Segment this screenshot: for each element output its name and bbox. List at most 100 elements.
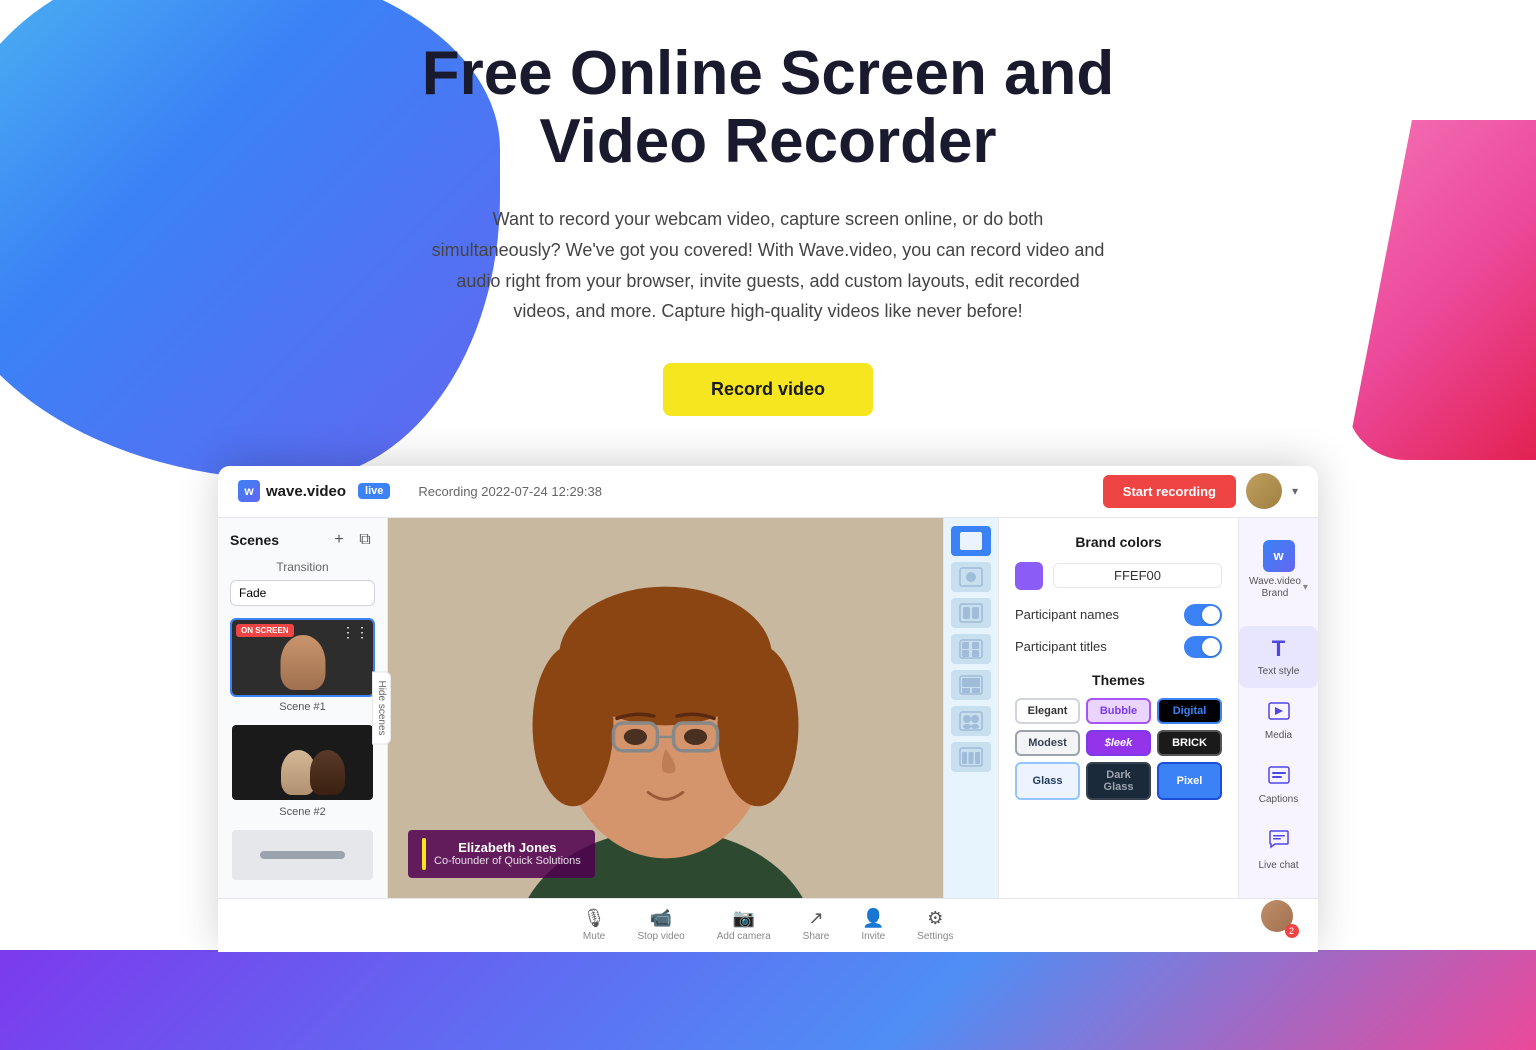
theme-pixel[interactable]: Pixel	[1157, 762, 1222, 800]
user-avatar[interactable]	[1246, 473, 1282, 509]
participant-titles-label: Participant titles	[1015, 639, 1107, 654]
participant-names-toggle[interactable]	[1184, 604, 1222, 626]
theme-brick[interactable]: BRICK	[1157, 730, 1222, 756]
settings-icon: ⚙	[927, 908, 943, 929]
participant-titles-row: Participant titles	[1015, 636, 1222, 658]
app-toolbar: 🎙 Mute 📹 Stop video 📷 Add camera ↗ Share…	[218, 898, 1318, 952]
text-style-icon: T	[1272, 636, 1285, 662]
scene-item-2: Scene #2	[230, 723, 375, 818]
toolbar-share[interactable]: ↗ Share	[803, 908, 830, 942]
media-label: Media	[1265, 730, 1292, 742]
scene-thumbnail-2[interactable]	[230, 723, 375, 802]
add-camera-label: Add camera	[717, 931, 771, 942]
scene-menu-icon[interactable]: ⋮⋮	[341, 624, 369, 641]
video-area: Hide scenes	[388, 518, 943, 898]
toolbar-add-camera[interactable]: 📷 Add camera	[717, 908, 771, 942]
theme-bubble[interactable]: Bubble	[1086, 698, 1151, 724]
settings-label: Settings	[917, 931, 953, 942]
scene-item-1: ON SCREEN ⋮⋮ Scene #1	[230, 618, 375, 713]
scene-2-name: Scene #2	[230, 806, 375, 818]
scenes-header: Scenes + ⧉	[230, 530, 375, 550]
color-row: FFEF00	[1015, 562, 1222, 590]
record-video-button[interactable]: Record video	[663, 363, 873, 416]
scene2-face2	[310, 750, 345, 795]
scene-1-name: Scene #1	[230, 701, 375, 713]
app-header: w wave.video live Recording 2022-07-24 1…	[218, 466, 1318, 518]
transition-label: Transition	[230, 560, 375, 574]
brand-panel: Brand colors FFEF00 Participant names Pa…	[998, 518, 1238, 898]
app-mockup: w wave.video live Recording 2022-07-24 1…	[218, 466, 1318, 952]
lower-third: Elizabeth Jones Co-founder of Quick Solu…	[408, 830, 595, 878]
layout-option-3[interactable]	[951, 598, 991, 628]
add-scene-button[interactable]: +	[329, 530, 349, 550]
brand-chevron-icon: ▾	[1303, 582, 1308, 593]
sidebar-avatar-wrapper: 2	[1261, 900, 1297, 936]
add-camera-icon: 📷	[732, 908, 754, 929]
sidebar-item-captions[interactable]: Captions	[1239, 756, 1318, 816]
toolbar-stop-video[interactable]: 📹 Stop video	[637, 908, 684, 942]
captions-label: Captions	[1259, 794, 1298, 806]
scene-thumbnail-1[interactable]: ON SCREEN ⋮⋮	[230, 618, 375, 697]
sidebar-item-live-chat[interactable]: Live chat	[1239, 820, 1318, 882]
video-main: Elizabeth Jones Co-founder of Quick Solu…	[388, 518, 943, 898]
theme-modest[interactable]: Modest	[1015, 730, 1080, 756]
media-icon	[1268, 702, 1290, 726]
wave-logo-text: wave.video	[266, 483, 346, 500]
start-recording-button[interactable]: Start recording	[1103, 475, 1236, 508]
themes-grid: Elegant Bubble Digital Modest $leek BRIC…	[1015, 698, 1222, 800]
hero-section: Free Online Screen and Video Recorder Wa…	[0, 0, 1536, 952]
toggle-knob-2	[1202, 638, 1220, 656]
stop-video-icon: 📹	[650, 908, 672, 929]
theme-digital[interactable]: Digital	[1157, 698, 1222, 724]
notification-count: 2	[1285, 924, 1299, 938]
brand-label: Wave.videoBrand	[1249, 576, 1301, 600]
mute-icon: 🎙	[583, 908, 606, 929]
participant-titles-toggle[interactable]	[1184, 636, 1222, 658]
color-swatch[interactable]	[1015, 562, 1043, 590]
live-chat-label: Live chat	[1258, 860, 1298, 872]
theme-elegant[interactable]: Elegant	[1015, 698, 1080, 724]
sidebar-item-brand[interactable]: w Wave.videoBrand ▾	[1239, 530, 1318, 610]
layout-option-5[interactable]	[951, 670, 991, 700]
hero-description: Want to record your webcam video, captur…	[428, 204, 1108, 326]
invite-label: Invite	[861, 931, 885, 942]
toolbar-invite[interactable]: 👤 Invite	[861, 908, 885, 942]
layout-option-2[interactable]	[951, 562, 991, 592]
participant-names-label: Participant names	[1015, 607, 1119, 622]
share-icon: ↗	[808, 908, 823, 929]
app-header-left: w wave.video live Recording 2022-07-24 1…	[238, 480, 602, 502]
layout-option-1[interactable]	[951, 526, 991, 556]
app-body: Scenes + ⧉ Transition Fade Cut Slide	[218, 518, 1318, 898]
sidebar-item-text-style[interactable]: T Text style	[1239, 626, 1318, 688]
layout-option-7[interactable]	[951, 742, 991, 772]
live-chat-icon	[1268, 830, 1290, 856]
scene-face-decoration	[280, 635, 325, 690]
lower-third-name: Elizabeth Jones	[434, 840, 581, 855]
theme-glass[interactable]: Glass	[1015, 762, 1080, 800]
layout-sidebar	[943, 518, 998, 898]
on-screen-badge: ON SCREEN	[236, 624, 294, 637]
scene-item-3	[230, 828, 375, 882]
layout-option-6[interactable]	[951, 706, 991, 736]
color-hex-display[interactable]: FFEF00	[1053, 563, 1222, 588]
captions-icon	[1268, 766, 1290, 790]
wave-brand-logo-icon: w	[1263, 540, 1295, 572]
layout-option-4[interactable]	[951, 634, 991, 664]
mute-label: Mute	[583, 931, 605, 942]
hide-scenes-tab[interactable]: Hide scenes	[372, 671, 391, 744]
avatar-chevron[interactable]: ▾	[1292, 484, 1298, 498]
toolbar-settings[interactable]: ⚙ Settings	[917, 908, 953, 942]
scene-thumbnail-3[interactable]	[230, 828, 375, 882]
sidebar-item-media[interactable]: Media	[1239, 692, 1318, 752]
stop-video-label: Stop video	[637, 931, 684, 942]
recording-info: Recording 2022-07-24 12:29:38	[418, 484, 602, 499]
scenes-actions: + ⧉	[329, 530, 375, 550]
toolbar-mute[interactable]: 🎙 Mute	[583, 908, 606, 942]
copy-scene-button[interactable]: ⧉	[355, 530, 375, 550]
share-label: Share	[803, 931, 830, 942]
page-bg-bottom	[0, 950, 1536, 1050]
transition-select[interactable]: Fade Cut Slide	[230, 580, 375, 606]
theme-sleek[interactable]: $leek	[1086, 730, 1151, 756]
theme-darkglass[interactable]: Dark Glass	[1086, 762, 1151, 800]
participant-names-row: Participant names	[1015, 604, 1222, 626]
